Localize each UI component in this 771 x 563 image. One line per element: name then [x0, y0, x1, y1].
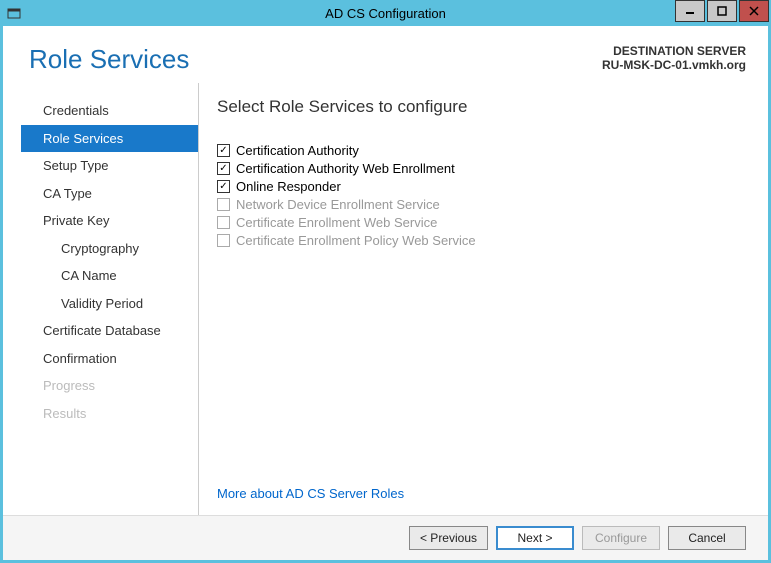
content-area: Role Services DESTINATION SERVER RU-MSK-… [3, 26, 768, 560]
checkbox-label: Certification Authority Web Enrollment [236, 161, 455, 176]
nav-item-validity-period[interactable]: Validity Period [21, 290, 198, 318]
more-link[interactable]: More about AD CS Server Roles [217, 486, 744, 501]
titlebar: AD CS Configuration [0, 0, 771, 26]
nav-item-ca-type[interactable]: CA Type [21, 180, 198, 208]
dest-label: DESTINATION SERVER [602, 44, 746, 58]
nav-item-results: Results [21, 400, 198, 428]
nav-item-cryptography[interactable]: Cryptography [21, 235, 198, 263]
header-row: Role Services DESTINATION SERVER RU-MSK-… [3, 26, 768, 83]
checkbox [217, 198, 230, 211]
checkbox-label: Certificate Enrollment Web Service [236, 215, 437, 230]
cancel-button[interactable]: Cancel [668, 526, 746, 550]
window-title: AD CS Configuration [0, 6, 771, 21]
role-options: ✓ Certification Authority ✓ Certification A… [217, 143, 744, 251]
nav-item-private-key[interactable]: Private Key [21, 207, 198, 235]
nav-item-ca-name[interactable]: CA Name [21, 262, 198, 290]
checkbox-label: Network Device Enrollment Service [236, 197, 440, 212]
footer: < Previous Next > Configure Cancel [3, 515, 768, 560]
config-window: AD CS Configuration Role Services DESTIN… [0, 0, 771, 563]
option-row: ✓ Certification Authority [217, 143, 744, 158]
dest-value: RU-MSK-DC-01.vmkh.org [602, 58, 746, 72]
checkbox-label: Certificate Enrollment Policy Web Servic… [236, 233, 476, 248]
checkbox-label: Certification Authority [236, 143, 359, 158]
option-row: ✓ Certification Authority Web Enrollment [217, 161, 744, 176]
next-button[interactable]: Next > [496, 526, 574, 550]
nav-item-credentials[interactable]: Credentials [21, 97, 198, 125]
option-row: Certificate Enrollment Policy Web Servic… [217, 233, 744, 248]
checkbox[interactable]: ✓ [217, 162, 230, 175]
checkbox[interactable]: ✓ [217, 180, 230, 193]
nav-item-progress: Progress [21, 372, 198, 400]
app-icon [6, 5, 22, 21]
checkbox [217, 216, 230, 229]
option-row: Network Device Enrollment Service [217, 197, 744, 212]
nav-item-confirmation[interactable]: Confirmation [21, 345, 198, 373]
minimize-button[interactable] [675, 0, 705, 22]
checkbox-label: Online Responder [236, 179, 341, 194]
checkbox [217, 234, 230, 247]
option-row: ✓ Online Responder [217, 179, 744, 194]
nav-item-setup-type[interactable]: Setup Type [21, 152, 198, 180]
nav-item-certificate-database[interactable]: Certificate Database [21, 317, 198, 345]
sidebar: CredentialsRole ServicesSetup TypeCA Typ… [21, 83, 199, 515]
detail-pane: Select Role Services to configure ✓ Certi… [199, 83, 768, 515]
previous-button[interactable]: < Previous [409, 526, 488, 550]
option-row: Certificate Enrollment Web Service [217, 215, 744, 230]
main-area: CredentialsRole ServicesSetup TypeCA Typ… [3, 83, 768, 515]
destination-server: DESTINATION SERVER RU-MSK-DC-01.vmkh.org [602, 44, 746, 75]
detail-heading: Select Role Services to configure [217, 97, 744, 117]
window-controls [675, 0, 771, 26]
page-title: Role Services [29, 44, 189, 75]
nav-item-role-services[interactable]: Role Services [21, 125, 198, 153]
checkbox[interactable]: ✓ [217, 144, 230, 157]
maximize-button[interactable] [707, 0, 737, 22]
configure-button: Configure [582, 526, 660, 550]
close-button[interactable] [739, 0, 769, 22]
